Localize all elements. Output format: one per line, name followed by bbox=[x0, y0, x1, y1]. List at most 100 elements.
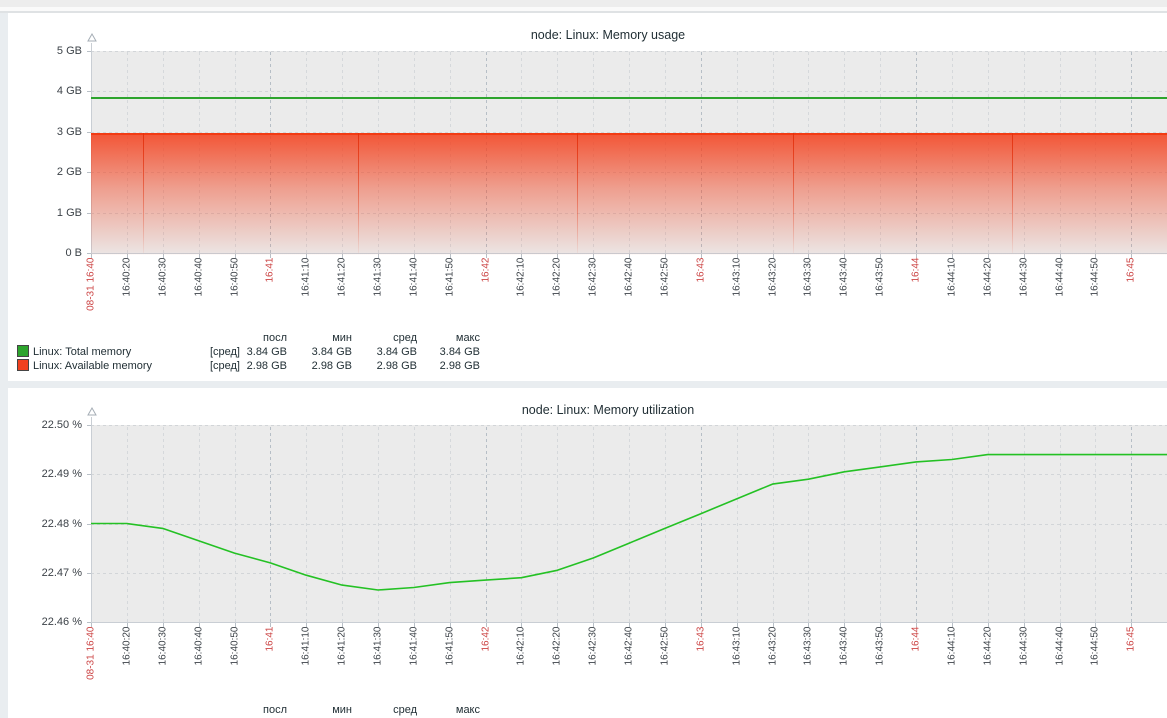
legend-header: мин bbox=[287, 703, 352, 717]
legend-header-row: послминсредмакс bbox=[8, 703, 568, 717]
legend-value: 2.98 GB bbox=[287, 359, 352, 374]
x-axis-label: 16:43:50 bbox=[874, 627, 887, 697]
y-axis-arrow-icon bbox=[87, 33, 97, 42]
y-axis-label: 3 GB bbox=[12, 126, 82, 138]
x-axis-label: 16:42:50 bbox=[658, 627, 671, 697]
x-axis-label: 16:42 bbox=[479, 627, 492, 697]
area-gradient-seam bbox=[143, 133, 144, 253]
dashboard-page: { "legend_headers": ["посл", "мин", "сре… bbox=[0, 0, 1167, 711]
x-axis-label: 16:41:20 bbox=[336, 627, 349, 697]
legend-row: Linux: Total memory[сред]3.84 GB3.84 GB3… bbox=[8, 345, 568, 359]
x-axis-label: 16:41:50 bbox=[443, 258, 456, 328]
legend-spacer bbox=[201, 331, 240, 345]
x-axis-label: 16:43 bbox=[694, 258, 707, 328]
x-axis-label: 16:40:20 bbox=[120, 258, 133, 328]
x-axis-label: 16:43:10 bbox=[730, 627, 743, 697]
legend-spacer bbox=[33, 703, 201, 717]
x-axis-label: 16:45 bbox=[1125, 258, 1138, 328]
x-axis-label: 16:44:50 bbox=[1089, 258, 1102, 328]
top-bar bbox=[0, 0, 1167, 7]
x-axis-label: 16:40:20 bbox=[120, 627, 133, 697]
x-axis-label: 16:41:10 bbox=[300, 258, 313, 328]
legend-value: 2.98 GB bbox=[240, 359, 287, 374]
legend-value: 2.98 GB bbox=[417, 359, 480, 374]
x-axis-label: 16:40:40 bbox=[192, 627, 205, 697]
x-axis-label: 16:42 bbox=[479, 258, 492, 328]
x-axis-label: 16:40:50 bbox=[228, 627, 241, 697]
x-axis-label: 16:43:30 bbox=[802, 627, 815, 697]
area-gradient-seam bbox=[577, 133, 578, 253]
x-axis-label: 16:42:50 bbox=[658, 258, 671, 328]
x-axis-label: 16:41:40 bbox=[407, 258, 420, 328]
x-axis-label: 16:41:20 bbox=[336, 258, 349, 328]
legend-swatch-cell bbox=[17, 359, 33, 374]
legend-aggregation: [сред] bbox=[201, 359, 240, 374]
x-axis-label: 16:40:30 bbox=[156, 627, 169, 697]
x-axis-label: 16:44 bbox=[910, 627, 923, 697]
legend-swatch-cell bbox=[17, 345, 33, 360]
x-axis-label: 16:44 bbox=[910, 258, 923, 328]
y-axis-label: 4 GB bbox=[12, 85, 82, 97]
legend-header: макс bbox=[417, 331, 480, 345]
y-axis-label: 22.46 % bbox=[12, 616, 82, 628]
x-axis-label: 16:41:50 bbox=[443, 627, 456, 697]
y-axis-label: 5 GB bbox=[12, 45, 82, 57]
legend-color-swatch bbox=[17, 359, 29, 371]
area-gradient-seam bbox=[1012, 133, 1013, 253]
x-axis-label: 16:43:20 bbox=[766, 258, 779, 328]
gridline-horizontal bbox=[91, 51, 1167, 52]
x-axis-label: 16:41:40 bbox=[407, 627, 420, 697]
x-axis-label: 16:44:10 bbox=[945, 627, 958, 697]
x-axis-label: 16:42:30 bbox=[587, 258, 600, 328]
x-axis-label: 16:42:40 bbox=[623, 627, 636, 697]
legend-header: макс bbox=[417, 703, 480, 717]
legend-value: 3.84 GB bbox=[240, 345, 287, 360]
legend-spacer bbox=[33, 331, 201, 345]
x-axis-label: 16:43:40 bbox=[838, 627, 851, 697]
gridline-horizontal bbox=[91, 91, 1167, 92]
legend-series-name: Linux: Available memory bbox=[33, 359, 201, 374]
x-axis-label: 16:42:10 bbox=[515, 627, 528, 697]
graph-legend: послминсредмакс bbox=[8, 703, 568, 717]
x-axis-label: 16:42:20 bbox=[551, 258, 564, 328]
y-axis-label: 0 B bbox=[12, 247, 82, 259]
x-axis-label: 16:41 bbox=[264, 627, 277, 697]
legend-color-swatch bbox=[17, 345, 29, 357]
x-axis-line bbox=[91, 622, 1167, 623]
x-axis-label: 08-31 16:40 bbox=[85, 258, 98, 328]
x-axis-label: 16:45 bbox=[1125, 627, 1138, 697]
legend-value: 3.84 GB bbox=[287, 345, 352, 360]
legend-header: посл bbox=[240, 703, 287, 717]
x-axis-label: 16:44:50 bbox=[1089, 627, 1102, 697]
legend-header: сред bbox=[352, 703, 417, 717]
legend-series-name: Linux: Total memory bbox=[33, 345, 201, 360]
legend-header-row: послминсредмакс bbox=[8, 331, 568, 345]
available-memory-area bbox=[91, 133, 1167, 255]
legend-value: 3.84 GB bbox=[352, 345, 417, 360]
x-axis-label: 16:44:30 bbox=[1017, 627, 1030, 697]
legend-spacer bbox=[201, 703, 240, 717]
total-memory-line bbox=[91, 97, 1167, 99]
graph-legend: послминсредмаксLinux: Total memory[сред]… bbox=[8, 331, 568, 373]
x-axis-label: 16:43 bbox=[694, 627, 707, 697]
area-gradient-seam bbox=[358, 133, 359, 253]
x-axis-label: 16:43:20 bbox=[766, 627, 779, 697]
y-axis-label: 22.48 % bbox=[12, 518, 82, 530]
x-axis-label: 16:41:30 bbox=[372, 258, 385, 328]
y-axis-label: 1 GB bbox=[12, 207, 82, 219]
x-axis-label: 16:43:30 bbox=[802, 258, 815, 328]
x-axis-label: 16:42:30 bbox=[587, 627, 600, 697]
x-axis-label: 16:44:30 bbox=[1017, 258, 1030, 328]
legend-header: сред bbox=[352, 331, 417, 345]
x-axis-label: 16:40:50 bbox=[228, 258, 241, 328]
x-axis-label: 16:43:40 bbox=[838, 258, 851, 328]
y-axis-label: 22.49 % bbox=[12, 468, 82, 480]
x-axis-label: 16:42:20 bbox=[551, 627, 564, 697]
x-axis-label: 16:44:20 bbox=[981, 258, 994, 328]
x-axis-label: 16:44:40 bbox=[1053, 627, 1066, 697]
y-axis-label: 22.47 % bbox=[12, 567, 82, 579]
y-axis-label: 2 GB bbox=[12, 166, 82, 178]
x-axis-label: 16:43:10 bbox=[730, 258, 743, 328]
x-axis-label: 16:41 bbox=[264, 258, 277, 328]
x-axis-label: 16:40:40 bbox=[192, 258, 205, 328]
